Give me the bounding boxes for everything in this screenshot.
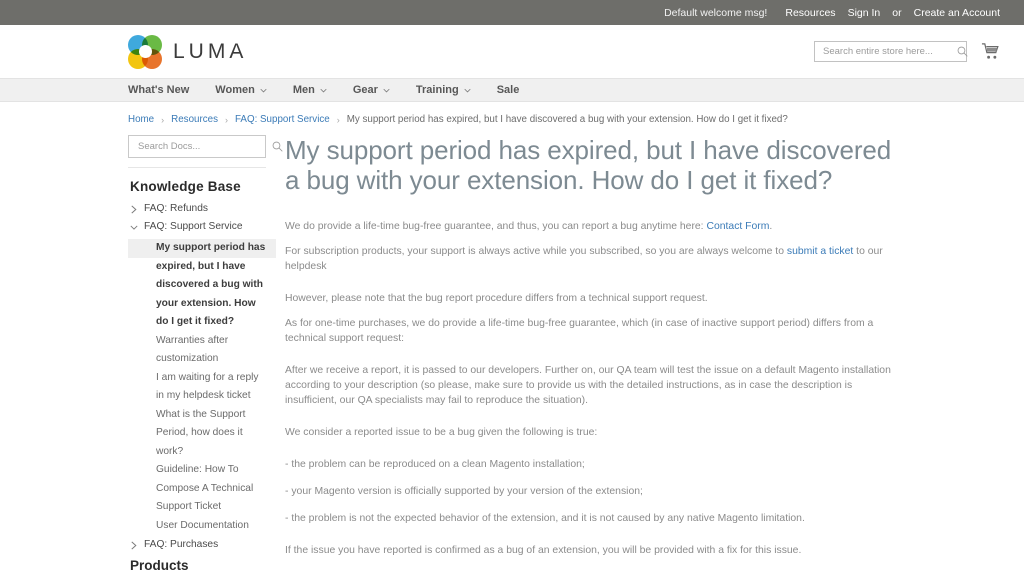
- docs-search-input[interactable]: [136, 140, 272, 153]
- breadcrumb-item-resources[interactable]: Resources: [171, 114, 218, 125]
- sidebar-divider: [128, 167, 266, 168]
- store-search-box[interactable]: [814, 41, 968, 62]
- search-input[interactable]: [821, 45, 957, 58]
- breadcrumb-separator-icon: ›: [161, 114, 165, 125]
- nav-label: What's New: [128, 84, 190, 96]
- sidebar-item-support-period[interactable]: What is the Support Period, how does it …: [128, 406, 266, 462]
- p1-text-before: We do provide a life-time bug-free guara…: [285, 221, 707, 232]
- logo-text: LUMA: [173, 39, 248, 63]
- main-navigation: What's New Women Men Gear Training Sale: [0, 78, 1024, 102]
- top-utility-bar: Default welcome msg! Resources Sign In o…: [0, 0, 1024, 25]
- nav-item-women[interactable]: Women: [215, 84, 267, 96]
- sidebar-item-guideline-ticket[interactable]: Guideline: How To Compose A Technical Su…: [128, 461, 266, 517]
- chevron-right-icon: [131, 541, 137, 550]
- search-icon[interactable]: [957, 46, 968, 57]
- sidebar-group-faq-support-service[interactable]: FAQ: Support Service: [128, 221, 266, 232]
- nav-label: Sale: [496, 84, 520, 96]
- chevron-right-icon: [131, 205, 137, 214]
- breadcrumb-separator-icon: ›: [224, 114, 228, 125]
- products-heading: Products: [130, 558, 189, 573]
- site-logo[interactable]: LUMA: [128, 34, 248, 69]
- bullet-item-3: - the problem is not the expected behavi…: [285, 513, 805, 524]
- article-paragraph-4: As for one-time purchases, we do provide…: [285, 318, 874, 344]
- topbar-or-text: or: [892, 6, 902, 19]
- chevron-down-icon: [130, 225, 138, 230]
- article-paragraph-1: We do provide a life-time bug-free guara…: [285, 219, 904, 234]
- sidebar: Knowledge Base FAQ: Refunds FAQ: Support…: [128, 135, 283, 576]
- p1-text-after: .: [769, 221, 773, 232]
- page-body: Knowledge Base FAQ: Refunds FAQ: Support…: [0, 135, 1024, 576]
- knowledge-base-heading: Knowledge Base: [130, 179, 241, 194]
- breadcrumb-item-current: My support period has expired, but I hav…: [346, 114, 788, 125]
- nav-label: Men: [292, 84, 315, 96]
- nav-label: Women: [215, 84, 255, 96]
- submit-ticket-link[interactable]: submit a ticket: [787, 246, 853, 257]
- bullet-item-1: - the problem can be reproduced on a cle…: [285, 459, 585, 470]
- sidebar-item-active-article[interactable]: My support period has expired, but I hav…: [128, 239, 276, 332]
- docs-search-box[interactable]: [128, 135, 283, 158]
- article-paragraph-7: If the issue you have reported is confir…: [285, 545, 802, 556]
- page-title: My support period has expired, but I hav…: [285, 135, 892, 195]
- nav-item-gear[interactable]: Gear: [353, 84, 390, 96]
- nav-label: Gear: [352, 84, 378, 96]
- nav-item-training[interactable]: Training: [416, 84, 471, 96]
- shopping-cart-icon[interactable]: [981, 42, 1000, 61]
- bug-criteria-list: - the problem can be reproduced on a cle…: [285, 457, 904, 526]
- sidebar-group-label: FAQ: Support Service: [144, 221, 243, 232]
- sidebar-item-user-documentation[interactable]: User Documentation: [128, 517, 266, 536]
- nav-label: Training: [415, 84, 459, 96]
- luma-flower-icon: [128, 34, 162, 69]
- nav-item-men[interactable]: Men: [293, 84, 327, 96]
- article-paragraph-5: After we receive a report, it is passed …: [285, 365, 891, 406]
- breadcrumb-item-faq-support-service[interactable]: FAQ: Support Service: [235, 114, 330, 125]
- sidebar-item-warranties[interactable]: Warranties after customization: [128, 332, 266, 369]
- chevron-down-icon: [320, 88, 327, 92]
- chevron-down-icon: [260, 88, 267, 92]
- article-paragraph-6: We consider a reported issue to be a bug…: [285, 427, 598, 438]
- welcome-message: Default welcome msg!: [664, 6, 768, 19]
- chevron-down-icon: [383, 88, 390, 92]
- nav-item-sale[interactable]: Sale: [497, 84, 520, 96]
- site-header: LUMA: [0, 25, 1024, 78]
- sidebar-active-first-line: My support period has: [128, 239, 276, 258]
- sidebar-group-faq-refunds[interactable]: FAQ: Refunds: [128, 203, 266, 214]
- breadcrumb: Home › Resources › FAQ: Support Service …: [0, 102, 1024, 135]
- contact-form-link[interactable]: Contact Form: [706, 221, 769, 232]
- article-paragraph-3: However, please note that the bug report…: [285, 293, 708, 304]
- header-right-tools: [814, 41, 1000, 62]
- sidebar-active-rest: expired, but I have discovered a bug wit…: [156, 260, 263, 328]
- bullet-item-2: - your Magento version is officially sup…: [285, 486, 643, 497]
- sidebar-group-label: FAQ: Purchases: [144, 539, 219, 550]
- topbar-link-sign-in[interactable]: Sign In: [848, 7, 881, 19]
- breadcrumb-separator-icon: ›: [336, 114, 340, 125]
- nav-item-whats-new[interactable]: What's New: [128, 84, 189, 96]
- topbar-link-resources[interactable]: Resources: [785, 7, 835, 19]
- sidebar-group-label: FAQ: Refunds: [144, 203, 208, 214]
- chevron-down-icon: [464, 88, 471, 92]
- p2-text-before: For subscription products, your support …: [285, 246, 787, 257]
- breadcrumb-item-home[interactable]: Home: [128, 114, 154, 125]
- sidebar-group-faq-purchases[interactable]: FAQ: Purchases: [128, 539, 266, 550]
- sidebar-article-list: My support period has expired, but I hav…: [128, 239, 276, 536]
- article-paragraph-2: For subscription products, your support …: [285, 244, 904, 274]
- sidebar-item-helpdesk-reply[interactable]: I am waiting for a reply in my helpdesk …: [128, 369, 266, 406]
- topbar-link-create-account[interactable]: Create an Account: [914, 7, 1000, 19]
- article-content: My support period has expired, but I hav…: [266, 135, 1024, 576]
